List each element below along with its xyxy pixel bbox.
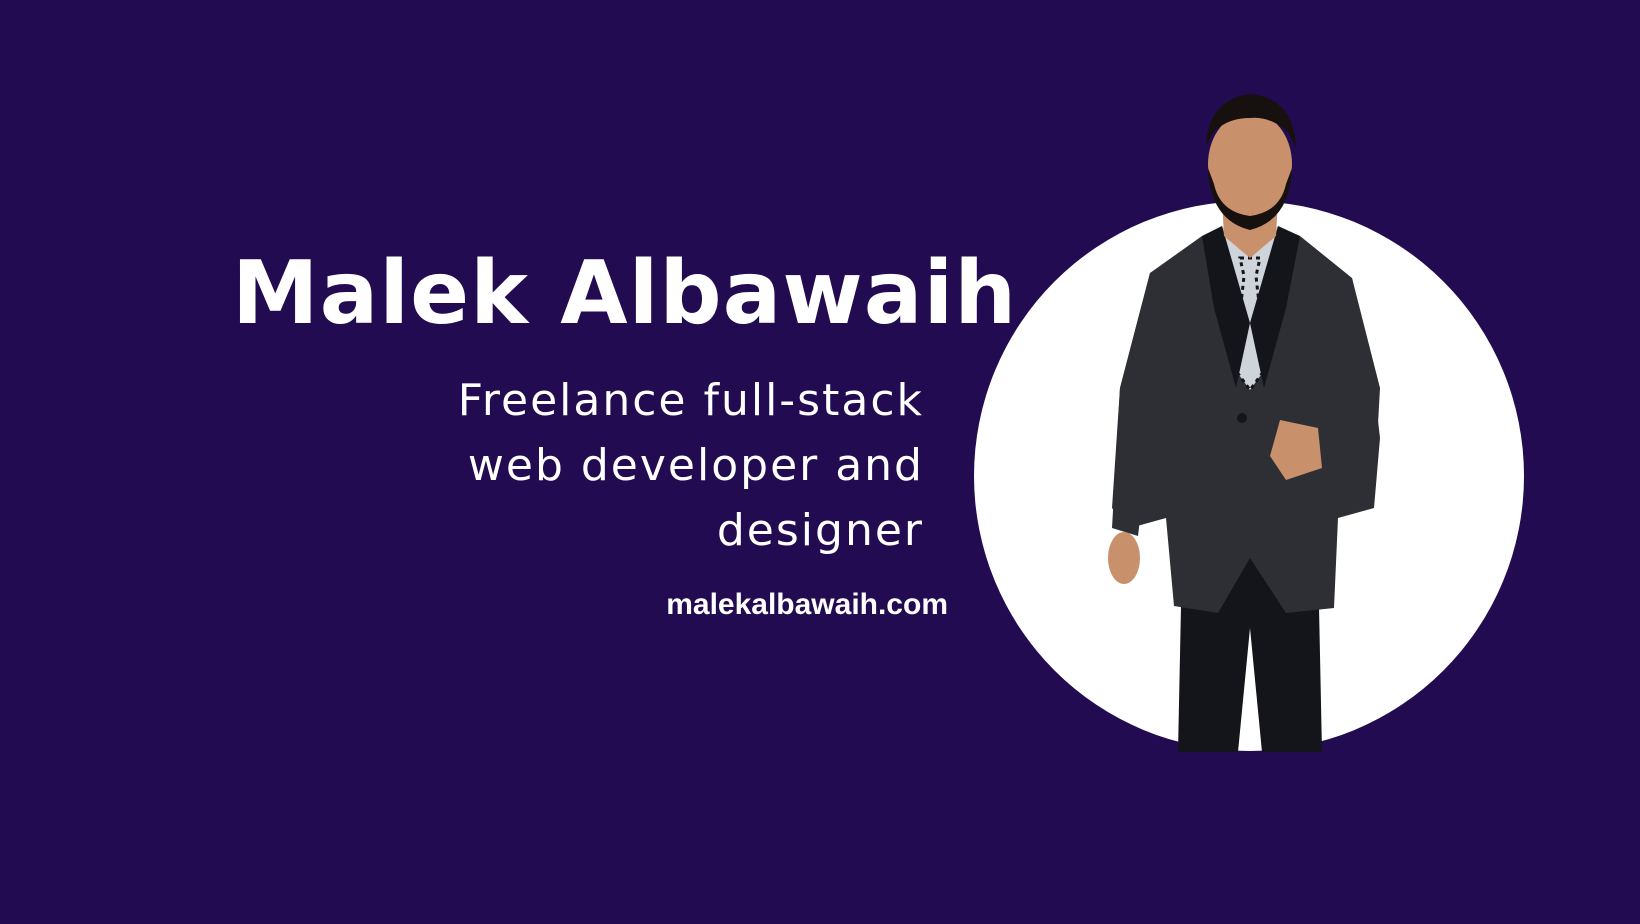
profile-banner: Malek Albawaih Freelance full-stack web …	[0, 0, 1640, 924]
website-link[interactable]: malekalbawaih.com	[666, 584, 948, 626]
tagline-line-3: designer	[716, 505, 924, 556]
person-portrait-icon	[1108, 94, 1380, 752]
tagline-line-2: web developer and	[467, 440, 924, 491]
tagline: Freelance full-stack web developer and d…	[458, 368, 924, 563]
tagline-line-1: Freelance full-stack	[457, 375, 924, 426]
person-name: Malek Albawaih	[232, 242, 1018, 344]
